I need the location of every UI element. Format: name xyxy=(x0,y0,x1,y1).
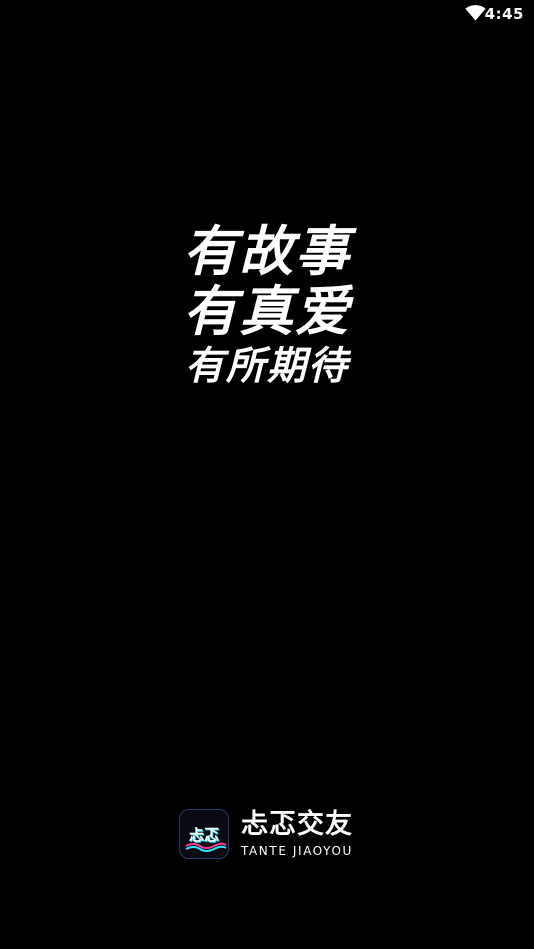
slogan-line-story: 有故事 xyxy=(183,220,351,283)
slogan-line-love: 有真爱 xyxy=(183,280,351,343)
status-time: 4:45 xyxy=(484,5,524,23)
app-logo-glyphs: 忐忑 xyxy=(189,826,219,844)
slogan-line-expect: 有所期待 xyxy=(184,344,349,389)
brand-name: 忐忑交友 xyxy=(241,809,353,840)
brand-footer: 忐忑 忐忑 忐忑交友 TANTE JIAOYOU xyxy=(179,808,359,862)
app-logo-icon: 忐忑 忐忑 xyxy=(179,809,229,859)
wifi-icon xyxy=(465,5,486,21)
slogan: 有故事 有真爱 有所期待 xyxy=(0,222,534,392)
brand-subtitle: TANTE JIAOYOU xyxy=(241,844,353,858)
status-bar: 4:45 xyxy=(0,0,534,28)
